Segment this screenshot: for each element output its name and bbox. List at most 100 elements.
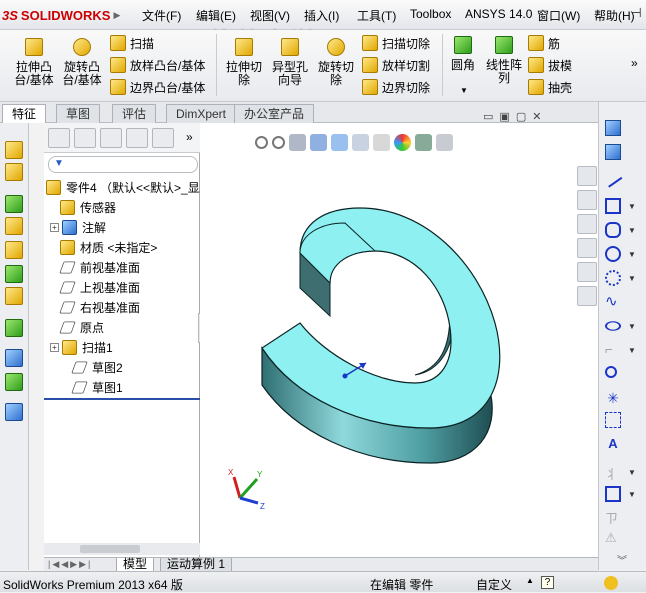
menu-toolbox[interactable]: Toolbox (410, 7, 451, 21)
linear-pattern-icon[interactable] (5, 319, 23, 337)
tree-item[interactable]: 草图1 (71, 377, 123, 397)
shell-button[interactable]: 抽壳 (528, 77, 572, 97)
rollback-bar[interactable] (44, 398, 200, 400)
ellipse-icon[interactable] (602, 319, 624, 333)
ellipse-dropdown-icon[interactable]: ▼ (628, 322, 636, 331)
slot-dropdown-icon[interactable]: ▼ (628, 226, 636, 235)
menu-file[interactable]: 文件(F) (142, 7, 181, 24)
tree-expand-icon[interactable]: » (186, 130, 193, 144)
menu-view[interactable]: 视图(V) (250, 7, 290, 24)
viewport-close-icon[interactable]: ✕ (532, 110, 541, 123)
convert-dropdown-icon[interactable]: ▼ (628, 490, 636, 499)
circle-dropdown-icon[interactable]: ▼ (628, 250, 636, 259)
linear-pattern-button[interactable]: 线性阵 列 (484, 36, 524, 85)
extrude-boss-icon[interactable] (5, 141, 23, 159)
pin-icon[interactable]: ⊣ (629, 6, 643, 20)
propertymanager-tab-icon[interactable] (74, 128, 96, 148)
custom-properties-icon[interactable] (577, 286, 597, 306)
appearances-icon[interactable] (577, 262, 597, 282)
arc-dropdown-icon[interactable]: ▼ (628, 274, 636, 283)
tree-item[interactable]: 上视基准面 (59, 277, 140, 297)
revolve-cut-button[interactable]: 旋转切 除 (314, 38, 358, 87)
tab-sketch[interactable]: 草图 (56, 104, 101, 123)
design-library-icon[interactable] (577, 190, 597, 210)
tree-root-part[interactable]: 零件4 （默认<<默认>_显 (46, 177, 200, 197)
viewport-restore-icon[interactable]: ▭ (483, 110, 493, 123)
rib-icon[interactable] (5, 217, 23, 235)
menu-edit[interactable]: 编辑(E) (196, 7, 236, 24)
rectangle-dropdown-icon[interactable]: ▼ (628, 202, 636, 211)
tree-item[interactable]: 原点 (59, 317, 104, 337)
graphics-area[interactable]: ▭ ▣ ▢ ✕ X Y Z (200, 111, 598, 557)
scrollbar-thumb[interactable] (80, 545, 140, 553)
home-icon[interactable] (577, 166, 597, 186)
boundary-cut-button[interactable]: 边界切除 (362, 77, 430, 97)
units-status[interactable]: 自定义 (476, 576, 512, 593)
tab-model[interactable]: 模型 (116, 558, 155, 572)
convert-entities-icon[interactable] (605, 486, 621, 502)
featuremanager-tab-icon[interactable] (48, 128, 70, 148)
hole-wizard-button[interactable]: 异型孔 向导 (268, 38, 312, 87)
tree-item[interactable]: 传感器 (60, 197, 116, 217)
point-icon[interactable]: ✳ (605, 390, 621, 406)
curves-icon[interactable] (5, 373, 23, 391)
offset-icon[interactable]: ㄗ (605, 508, 621, 526)
mirror-dropdown-icon[interactable]: ▼ (628, 468, 636, 477)
tab-office-products[interactable]: 办公室产品 (234, 104, 315, 123)
draft-button[interactable]: 拔模 (528, 55, 572, 75)
loft-boss-button[interactable]: 放样凸台/基体 (110, 55, 205, 75)
fillet-icon[interactable] (5, 195, 23, 213)
viewport-tile-icon[interactable]: ▣ (499, 110, 509, 123)
configurationmanager-tab-icon[interactable] (100, 128, 122, 148)
tree-item[interactable]: + 扫描1 (50, 337, 113, 357)
mirror-icon[interactable]: 丬 (605, 464, 621, 482)
smart-dimension-icon[interactable] (605, 144, 621, 160)
revolve-boss-button[interactable]: 旋转凸 台/基体 (60, 38, 104, 87)
extrude-boss-button[interactable]: 拉伸凸 台/基体 (12, 38, 56, 87)
dimxpert-manager-tab-icon[interactable] (126, 128, 148, 148)
menu-tools[interactable]: 工具(T) (357, 7, 396, 24)
reference-geometry-icon[interactable] (5, 349, 23, 367)
instant3d-icon[interactable] (5, 403, 23, 421)
slot-icon[interactable] (605, 222, 621, 238)
rectangle-icon[interactable] (605, 198, 621, 214)
view-palette-icon[interactable] (577, 238, 597, 258)
draft-icon[interactable] (5, 241, 23, 259)
sketch-icon[interactable] (605, 120, 621, 136)
line-icon[interactable] (603, 170, 623, 188)
spline-icon[interactable]: ∿ (605, 294, 621, 310)
menu-insert[interactable]: 插入(I) (304, 7, 339, 24)
boundary-boss-button[interactable]: 边界凸台/基体 (110, 77, 205, 97)
expand-icon[interactable]: + (50, 342, 59, 352)
sweep-button[interactable]: 扫描 (110, 33, 154, 53)
fillet-dropdown-icon[interactable]: ▼ (460, 86, 468, 95)
rib-button[interactable]: 筋 (528, 33, 560, 53)
toolbar-more-icon[interactable]: ︾ (617, 552, 627, 567)
circle-icon[interactable] (605, 246, 621, 262)
tree-item[interactable]: 草图2 (71, 357, 123, 377)
rebuild-status-icon[interactable] (604, 576, 618, 590)
tree-item[interactable]: 右视基准面 (59, 297, 140, 317)
menu-ansys[interactable]: ANSYS 14.0 (465, 7, 532, 21)
tab-motion-study[interactable]: 运动算例 1 (160, 558, 233, 572)
arc-icon[interactable] (605, 270, 621, 286)
tree-item[interactable]: 前视基准面 (59, 257, 140, 277)
extrude-cut-button[interactable]: 拉伸切 除 (222, 38, 266, 87)
fillet-dropdown-icon[interactable]: ▼ (628, 346, 636, 355)
shell-icon[interactable] (5, 265, 23, 283)
sketch-fillet-icon[interactable]: ⌐ (605, 342, 621, 358)
tab-evaluate[interactable]: 评估 (112, 104, 157, 123)
extrude-cut-icon[interactable] (5, 163, 23, 181)
lofted-cut-button[interactable]: 放样切割 (362, 55, 430, 75)
hole-wizard-icon[interactable] (5, 287, 23, 305)
display-relations-icon[interactable]: ⚠ (605, 530, 621, 546)
tree-scrollbar[interactable] (44, 543, 200, 555)
tab-dimxpert[interactable]: DimXpert (166, 104, 237, 123)
expand-icon[interactable]: + (50, 222, 59, 232)
ribbon-expand-icon[interactable]: » (631, 56, 638, 70)
polygon-icon[interactable] (605, 366, 617, 378)
tree-filter-input[interactable]: ▼ (48, 156, 198, 173)
tab-features[interactable]: 特征 (2, 104, 47, 123)
help-icon[interactable]: ? (541, 576, 554, 589)
fillet-button[interactable]: 圆角 (448, 36, 478, 72)
